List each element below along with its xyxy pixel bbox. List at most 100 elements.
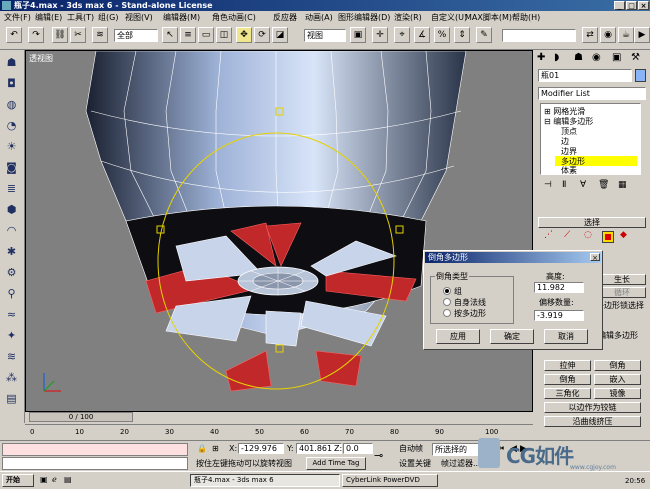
menu-tools[interactable]: 工具(T) <box>67 12 94 23</box>
key-icon[interactable]: ⊸ <box>374 449 383 462</box>
vertex-mode-icon[interactable]: ⋰ <box>544 230 553 240</box>
rollout-select-header[interactable]: 选择 <box>538 217 646 228</box>
z-coordinate[interactable]: 0.0 <box>343 443 373 454</box>
compound-icon[interactable]: ▤ <box>3 390 20 407</box>
lock-selection-label[interactable]: 多边形锁选择 <box>596 300 644 311</box>
menu-animation[interactable]: 动画(A) <box>305 12 333 23</box>
maxscript-mini-input[interactable] <box>2 457 188 470</box>
folder-icon[interactable]: ▤ <box>64 475 72 484</box>
radio-by-polygon[interactable]: 按多边形 <box>443 308 486 319</box>
menu-customize[interactable]: 自定义(U) <box>431 12 467 23</box>
auto-key-button[interactable]: 自动帧 <box>399 443 423 454</box>
menu-help[interactable]: 帮助(H) <box>512 12 540 23</box>
object-color-swatch[interactable] <box>635 69 646 82</box>
selection-filter-dropdown[interactable]: 全部 <box>114 29 158 42</box>
mirror-icon[interactable]: ⇄ <box>582 27 598 43</box>
axis-icon[interactable]: ✛ <box>372 27 388 43</box>
start-button[interactable]: 开始 <box>2 474 34 487</box>
extrude-along-spline-button[interactable]: 沿曲线挤压 <box>544 416 641 427</box>
window-crossing-icon[interactable]: ◫ <box>216 27 232 43</box>
utilities-icon[interactable]: ◙ <box>3 159 20 176</box>
hinge-from-edge-button[interactable]: 以边作为铰链 <box>544 402 641 413</box>
lock-selection-icon[interactable]: 🔒 <box>197 444 207 453</box>
hierarchy-tab-icon[interactable]: ☗ <box>574 52 583 63</box>
percent-snap-icon[interactable]: % <box>434 27 450 43</box>
object-name-field[interactable]: 瓶01 <box>538 69 632 82</box>
spacewarps-icon[interactable]: ≈ <box>3 306 20 323</box>
minimize-button[interactable]: _ <box>614 1 625 10</box>
cancel-button[interactable]: 取消 <box>544 329 588 344</box>
snap-icon[interactable]: ⌖ <box>394 27 410 43</box>
element-mode-icon[interactable]: ◆ <box>620 230 627 240</box>
modifier-list-dropdown[interactable]: Modifier List <box>538 87 646 100</box>
menu-character[interactable]: 角色动画(C) <box>212 12 256 23</box>
undo-icon[interactable]: ↶ <box>6 27 22 43</box>
modifier-stack[interactable]: ⊞ 网格光滑 ⊟ 编辑多边形 顶点 边 边界 多边形 体素 <box>540 103 641 175</box>
ref-coord-dropdown[interactable]: 视图 <box>304 29 346 42</box>
select-by-name-icon[interactable]: ≡ <box>180 27 196 43</box>
menu-reactor[interactable]: 反应器 <box>273 12 297 23</box>
edge-mode-icon[interactable]: ⟋ <box>564 230 570 240</box>
bevel-button-2[interactable]: 倒角 <box>544 374 591 385</box>
height-spinner[interactable]: 11.982 <box>534 282 584 293</box>
scale-icon[interactable]: ◪ <box>272 27 288 43</box>
motion-icon[interactable]: ◔ <box>3 117 20 134</box>
perspective-viewport[interactable]: 透视图 <box>25 50 533 412</box>
maximize-button[interactable]: □ <box>626 1 637 10</box>
flip-button[interactable]: 镜像 <box>594 388 641 399</box>
apply-button[interactable]: 应用 <box>436 329 480 344</box>
render-scene-icon[interactable]: ☕ <box>618 27 634 43</box>
configure-sets-icon[interactable]: ▦ <box>618 180 627 190</box>
viewport-label[interactable]: 透视图 <box>29 53 53 64</box>
dialog-close-button[interactable]: × <box>590 253 600 262</box>
angle-snap-icon[interactable]: ∡ <box>414 27 430 43</box>
desktop-icon[interactable]: ▣ <box>40 475 48 484</box>
stack-item-element[interactable]: 体素 <box>561 165 577 176</box>
make-unique-icon[interactable]: ∀ <box>580 180 586 190</box>
particles-icon[interactable]: ⁂ <box>3 369 20 386</box>
add-time-tag-button[interactable]: Add Time Tag <box>306 457 366 470</box>
unlink-icon[interactable]: ✂ <box>70 27 86 43</box>
display-icon[interactable]: ☀ <box>3 138 20 155</box>
maxscript-listener[interactable] <box>2 443 188 456</box>
pin-stack-icon[interactable]: ⊣ <box>544 180 552 190</box>
lights-icon[interactable]: ✱ <box>3 243 20 260</box>
outline-spinner[interactable]: -3.919 <box>534 310 584 321</box>
helpers-icon[interactable]: ⚲ <box>3 285 20 302</box>
radio-group[interactable]: 组 <box>443 286 462 297</box>
bind-icon[interactable]: ≋ <box>92 27 108 43</box>
quick-render-icon[interactable]: ▶ <box>634 27 650 43</box>
close-button[interactable]: × <box>638 1 649 10</box>
menu-material-editor[interactable]: 编辑器(M) <box>163 12 200 23</box>
modify-icon[interactable]: ◘ <box>3 75 20 92</box>
reactor-icon[interactable]: ≋ <box>3 348 20 365</box>
select-icon[interactable]: ↖ <box>162 27 178 43</box>
ok-button[interactable]: 确定 <box>490 329 534 344</box>
ie-icon[interactable]: ℯ <box>52 475 57 484</box>
move-icon[interactable]: ✥ <box>236 27 252 43</box>
layers-icon[interactable]: ≣ <box>3 180 20 197</box>
menu-group[interactable]: 组(G) <box>98 12 118 23</box>
show-result-icon[interactable]: Ⅱ <box>562 180 566 190</box>
absolute-mode-icon[interactable]: ⊞ <box>212 444 219 453</box>
redo-icon[interactable]: ↷ <box>28 27 44 43</box>
modify-tab-icon[interactable]: ◗ <box>554 52 559 63</box>
pivot-icon[interactable]: ▣ <box>350 27 366 43</box>
triangulate-button[interactable]: 三角化 <box>544 388 591 399</box>
menu-file[interactable]: 文件(F) <box>4 12 31 23</box>
time-slider[interactable]: 0 / 100 <box>29 412 133 422</box>
link-icon[interactable]: ⛓ <box>52 27 68 43</box>
radio-local-normal[interactable]: 自身法线 <box>443 297 486 308</box>
rotate-icon[interactable]: ⟳ <box>254 27 270 43</box>
grow-button[interactable]: 生长 <box>598 274 646 285</box>
set-key-button[interactable]: 设置关键 <box>399 458 431 469</box>
menu-render[interactable]: 渲染(R) <box>394 12 422 23</box>
extrude-button[interactable]: 拉伸 <box>544 360 591 371</box>
inset-button[interactable]: 嵌入 <box>594 374 641 385</box>
polygon-mode-icon[interactable] <box>602 231 614 243</box>
remove-modifier-icon[interactable]: 🗑 <box>598 180 609 190</box>
bevel-button[interactable]: 倒角 <box>594 360 641 371</box>
x-coordinate[interactable]: -129.976 <box>238 443 284 454</box>
menu-maxscript[interactable]: MAX脚本(M) <box>465 12 512 23</box>
shapes-icon[interactable]: ◠ <box>3 222 20 239</box>
